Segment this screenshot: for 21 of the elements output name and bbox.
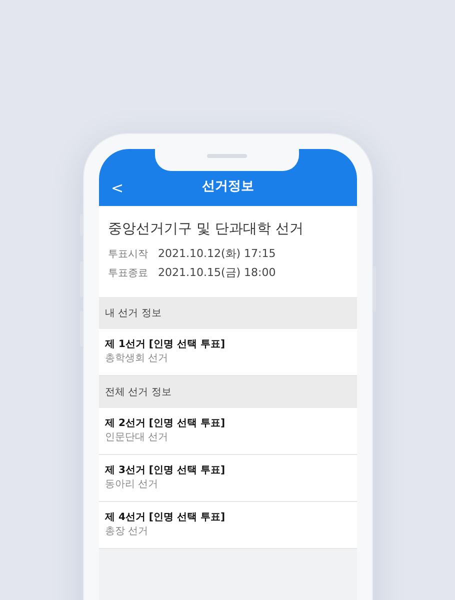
election-subtitle: 총학생회 선거 [105, 352, 170, 366]
election-subtitle: 인문단대 선거 [105, 431, 170, 445]
schedule-value: 2021.10.15(금) 18:00 [158, 265, 276, 281]
election-title: 중앙선거기구 및 단과대학 선거 [108, 220, 304, 238]
election-list-item[interactable]: 제 3선거 [인명 선택 투표] 동아리 선거 [99, 455, 357, 502]
schedule-label: 투표시작 [108, 248, 148, 262]
section-title: 내 선거 정보 [105, 307, 162, 320]
screen-title: 선거정보 [202, 178, 254, 195]
section-title: 전체 선거 정보 [105, 386, 172, 399]
back-button[interactable]: < [107, 179, 128, 197]
election-name: 제 4선거 [인명 선택 투표] [105, 511, 226, 525]
schedule-value: 2021.10.12(화) 17:15 [158, 246, 276, 262]
schedule-label: 투표종료 [108, 267, 148, 281]
election-subtitle: 동아리 선거 [105, 478, 160, 492]
election-list-item[interactable]: 제 2선거 [인명 선택 투표] 인문단대 선거 [99, 408, 357, 455]
election-list-item[interactable]: 제 1선거 [인명 선택 투표] 총학생회 선거 [99, 329, 357, 376]
election-name: 제 2선거 [인명 선택 투표] [105, 417, 226, 431]
election-name: 제 1선거 [인명 선택 투표] [105, 338, 226, 352]
election-list-item[interactable]: 제 4선거 [인명 선택 투표] 총장 선거 [99, 502, 357, 549]
election-name: 제 3선거 [인명 선택 투표] [105, 464, 226, 478]
election-subtitle: 총장 선거 [105, 525, 150, 539]
